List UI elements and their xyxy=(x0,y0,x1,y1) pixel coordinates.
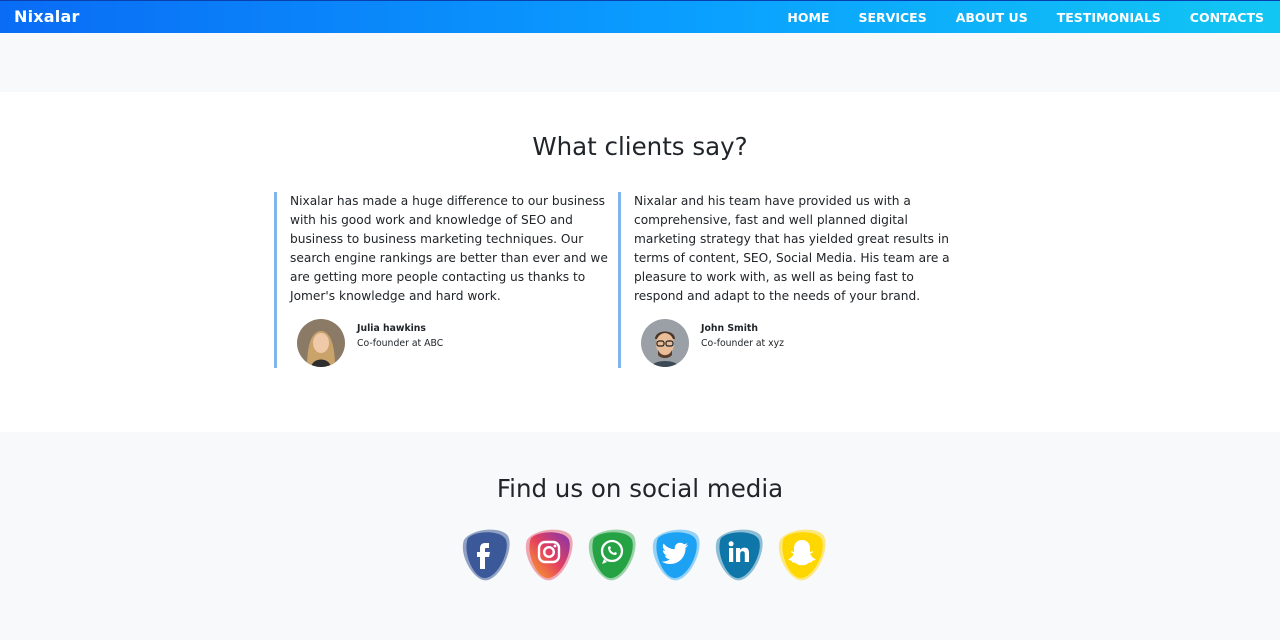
social-title: Find us on social media xyxy=(496,474,784,503)
author-name: John Smith xyxy=(701,323,758,334)
instagram-icon[interactable] xyxy=(521,526,577,582)
testimonial-quote: Nixalar and his team have provided us wi… xyxy=(634,194,950,303)
testimonial-card: Nixalar has made a huge difference to ou… xyxy=(274,192,610,368)
social-media-section: Find us on social media xyxy=(0,432,1280,640)
author-role: Co-founder at ABC xyxy=(357,338,444,349)
author-role: Co-founder at xyz xyxy=(701,338,785,349)
snapchat-icon[interactable] xyxy=(774,526,830,582)
brand-logo[interactable]: Nixalar xyxy=(14,7,80,26)
linkedin-icon[interactable] xyxy=(711,526,767,582)
top-navbar: Nixalar HOME SERVICES ABOUT US TESTIMONI… xyxy=(0,0,1280,33)
testimonials-title: What clients say? xyxy=(532,132,748,161)
testimonial-quote: Nixalar has made a huge difference to ou… xyxy=(290,194,608,303)
top-spacer xyxy=(0,33,1280,92)
avatar xyxy=(297,319,345,367)
whatsapp-icon[interactable] xyxy=(584,526,640,582)
nav-link-about-us[interactable]: ABOUT US xyxy=(956,10,1028,25)
nav-link-services[interactable]: SERVICES xyxy=(858,10,926,25)
author-name: Julia hawkins xyxy=(357,323,426,334)
nav-link-contacts[interactable]: CONTACTS xyxy=(1190,10,1264,25)
nav-link-home[interactable]: HOME xyxy=(787,10,829,25)
avatar xyxy=(641,319,689,367)
testimonial-card: Nixalar and his team have provided us wi… xyxy=(618,192,954,368)
twitter-icon[interactable] xyxy=(648,526,704,582)
nav-link-testimonials[interactable]: TESTIMONIALS xyxy=(1057,10,1161,25)
facebook-icon[interactable] xyxy=(458,526,514,582)
nav-links: HOME SERVICES ABOUT US TESTIMONIALS CONT… xyxy=(758,1,1264,34)
testimonials-section: What clients say? Nixalar has made a hug… xyxy=(0,92,1280,432)
